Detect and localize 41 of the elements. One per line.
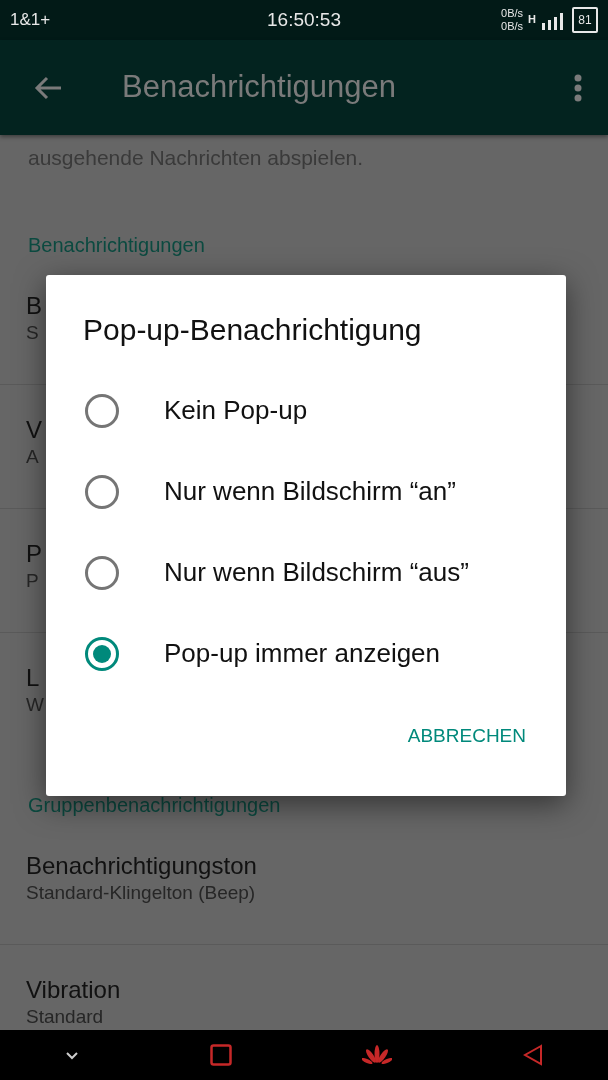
setting-title: B <box>26 291 42 321</box>
section-header: Gruppenbenachrichtigungen <box>28 794 281 816</box>
radio-option[interactable]: Nur wenn Bildschirm “an” <box>46 451 566 532</box>
option-label: Kein Pop-up <box>164 394 308 427</box>
radio-button[interactable] <box>85 636 119 671</box>
carrier-text: 1&1+ <box>10 9 52 32</box>
clock-text: 16:50:53 <box>266 7 342 32</box>
radio-button[interactable] <box>85 474 119 509</box>
more-options-icon <box>574 73 582 102</box>
chevron-down-icon[interactable] <box>65 1050 80 1060</box>
back-triangle-icon[interactable] <box>522 1044 543 1066</box>
cancel-button[interactable]: ABBRECHEN <box>397 712 536 761</box>
setting-value: Standard <box>26 1005 104 1029</box>
radio-button[interactable] <box>85 555 119 590</box>
upload-speed-text: 0B/s <box>501 7 524 20</box>
battery-icon: 81 <box>572 7 598 33</box>
radio-option[interactable]: Pop-up immer anzeigen <box>46 613 566 694</box>
setting-value: S <box>26 321 39 345</box>
setting-title: L <box>26 663 40 693</box>
setting-title: V <box>26 415 42 445</box>
radio-option[interactable]: Nur wenn Bildschirm “aus” <box>46 532 566 613</box>
setting-title: Vibration <box>26 975 121 1005</box>
setting-value: P <box>26 569 39 593</box>
download-speed-text: 0B/s <box>501 20 524 33</box>
setting-value: A <box>26 445 39 469</box>
setting-title: P <box>26 539 42 569</box>
square-icon[interactable] <box>209 1044 232 1066</box>
option-label: Pop-up immer anzeigen <box>164 637 441 670</box>
app-bar-title: Benachrichtigungen <box>122 68 398 107</box>
setting-value: Standard-Klingelton (Beep) <box>26 881 256 905</box>
section-header: Benachrichtigungen <box>28 234 205 256</box>
back-arrow-icon <box>33 75 62 100</box>
petal-logo-icon[interactable] <box>362 1044 393 1066</box>
network-type-text: H <box>528 12 536 27</box>
radio-option[interactable]: Kein Pop-up <box>46 370 566 451</box>
option-label: Nur wenn Bildschirm “an” <box>164 475 456 508</box>
option-label: Nur wenn Bildschirm “aus” <box>164 556 469 589</box>
radio-button[interactable] <box>85 393 119 428</box>
setting-title: Benachrichtigungston <box>26 851 257 881</box>
dialog-title: Pop-up-Benachrichtigung <box>83 312 422 348</box>
setting-value: W <box>26 693 44 717</box>
